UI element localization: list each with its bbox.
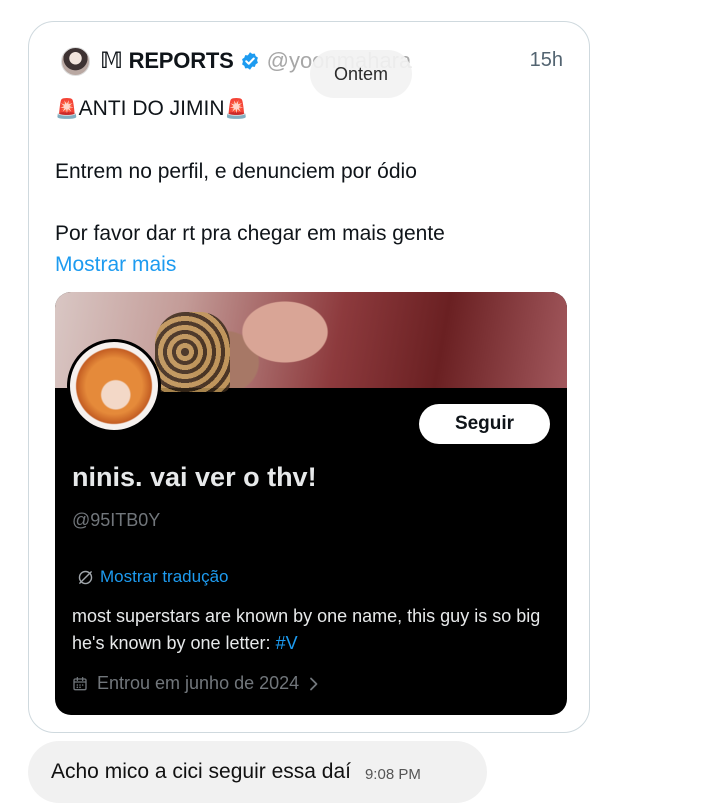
author-avatar[interactable] [61,46,90,76]
chevron-right-icon [310,677,318,690]
tweet-text: 🚨ANTI DO JIMIN🚨 Entrem no perfil, e denu… [55,93,565,280]
tweet-line-1: Entrem no perfil, e denunciem por ódio [55,160,417,183]
date-separator-label: Ontem [333,63,389,84]
profile-handle: @95ITB0Y [72,510,161,530]
profile-card[interactable]: Seguir ninis. vai ver o thv! @95ITB0Y Mo… [55,292,567,715]
message-time: 9:08 PM [364,765,421,783]
translate-icon [78,570,93,584]
joined-label: Entrou em junho de 2024 [97,673,300,693]
shared-tweet-card[interactable]: 𝕄 REPORTS @yoonmahara 15h 🚨ANTI DO JIMIN… [28,21,590,733]
translate-label: Mostrar tradução [100,567,229,586]
tweet-headline: 🚨ANTI DO JIMIN🚨 [55,93,565,125]
message-text: Acho mico a cici seguir essa daí [51,760,351,783]
siren-icon: 🚨 [55,99,79,120]
headline-text: ANTI DO JIMIN [78,97,225,120]
bio-text: most superstars are known by one name, t… [72,606,541,653]
profile-avatar[interactable] [67,339,161,433]
profile-bio: most superstars are known by one name, t… [72,603,557,657]
joined-date: Entrou em junho de 2024 [72,673,328,694]
show-translation-link[interactable]: Mostrar tradução [77,567,229,587]
author-name[interactable]: 𝕄 REPORTS [100,48,234,74]
tweet-line-2: Por favor dar rt pra chegar em mais gent… [55,222,445,245]
verified-badge-icon [241,52,258,70]
calendar-icon [73,676,87,690]
date-separator: Ontem [310,50,412,98]
hashtag-link[interactable]: #V [276,633,298,653]
profile-display-name[interactable]: ninis. vai ver o thv! [72,462,317,493]
show-more-link[interactable]: Mostrar mais [55,249,565,280]
tweet-time: 15h [529,49,563,71]
message-bubble[interactable]: Acho mico a cici seguir essa daí 9:08 PM [28,741,487,803]
follow-button[interactable]: Seguir [419,404,550,444]
siren-icon: 🚨 [224,99,249,120]
